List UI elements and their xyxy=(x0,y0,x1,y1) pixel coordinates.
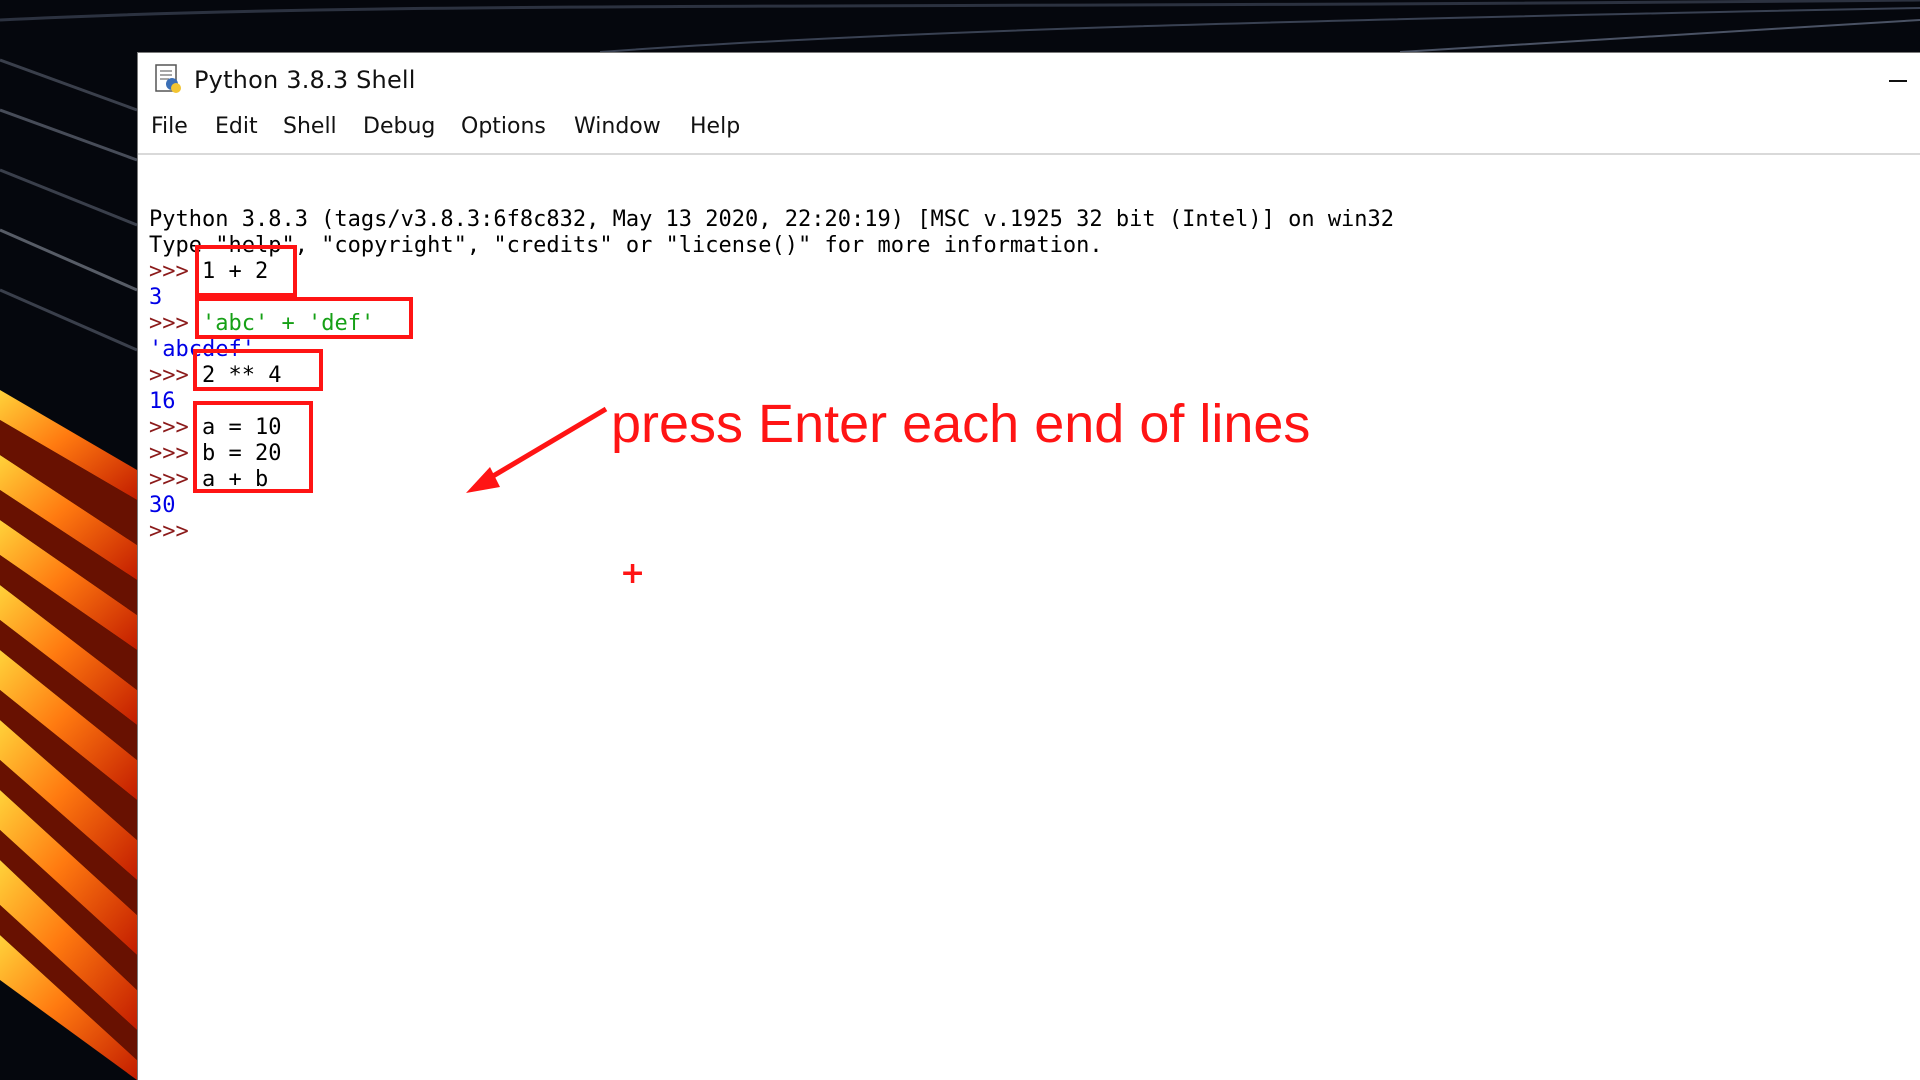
python-shell-window: Python 3.8.3 Shell File Edit Shell Debug… xyxy=(137,52,1920,1080)
menu-edit[interactable]: Edit xyxy=(215,114,258,139)
menu-debug[interactable]: Debug xyxy=(363,114,435,139)
window-title: Python 3.8.3 Shell xyxy=(194,66,416,94)
prompt: >>> xyxy=(149,415,189,440)
banner-line-1: Python 3.8.3 (tags/v3.8.3:6f8c832, May 1… xyxy=(149,207,1395,232)
menu-window[interactable]: Window xyxy=(574,114,661,139)
annotation-text: press Enter each end of lines xyxy=(611,394,1311,454)
output-line: 3 xyxy=(149,285,163,310)
prompt: >>> xyxy=(149,467,189,492)
output-line: 30 xyxy=(149,493,176,518)
menu-help[interactable]: Help xyxy=(690,114,740,139)
annotation-arrow-icon xyxy=(466,406,608,493)
output-line: 16 xyxy=(149,389,176,414)
menu-bar: File Edit Shell Debug Options Window Hel… xyxy=(138,105,1920,149)
title-bar[interactable]: Python 3.8.3 Shell xyxy=(138,53,1920,105)
shell-text-area[interactable]: Python 3.8.3 (tags/v3.8.3:6f8c832, May 1… xyxy=(138,155,1920,1080)
minimize-icon[interactable] xyxy=(1875,53,1920,105)
prompt: >>> xyxy=(149,519,189,544)
menu-options[interactable]: Options xyxy=(461,114,546,139)
highlight-box xyxy=(193,401,313,493)
prompt: >>> xyxy=(149,363,189,388)
prompt: >>> xyxy=(149,311,189,336)
menu-file[interactable]: File xyxy=(151,114,188,139)
crosshair-cursor-icon: + xyxy=(620,556,646,591)
highlight-box xyxy=(195,297,413,339)
shell-line-current: >>> xyxy=(149,519,189,545)
prompt: >>> xyxy=(149,441,189,466)
python-idle-icon xyxy=(152,63,184,95)
prompt: >>> xyxy=(149,259,189,284)
highlight-box xyxy=(195,245,297,297)
highlight-box xyxy=(193,349,323,391)
menu-shell[interactable]: Shell xyxy=(283,114,337,139)
